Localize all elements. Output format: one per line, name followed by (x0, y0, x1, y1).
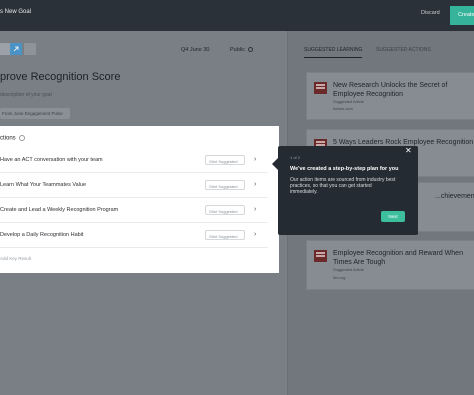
action-label: Develop a Daily Recognition Habit (0, 232, 84, 238)
quarter-select[interactable]: Q4 June 30 (181, 47, 209, 53)
action-label: Learn What Your Teammates Value (0, 182, 87, 188)
page-title: s New Goal (0, 9, 32, 15)
next-button[interactable]: Next (381, 211, 405, 222)
tab-suggested-actions[interactable]: SUGGESTED ACTIONS (376, 47, 431, 53)
glint-suggested-badge: Glint Suggested (205, 205, 245, 215)
popover-title: We've created a step-by-step plan for yo… (290, 166, 399, 172)
glint-suggested-badge: Glint Suggested (205, 155, 245, 165)
goal-description-field[interactable]: description of your goal (0, 92, 52, 98)
visibility-select[interactable]: Public (230, 47, 253, 53)
card-source: hbr.org (333, 275, 346, 280)
active-tab-indicator (304, 57, 362, 58)
onboarding-popover: 1 of 2 ✕ We've created a step-by-step pl… (272, 146, 418, 235)
help-icon[interactable] (18, 135, 25, 141)
article-thumbnail (314, 82, 327, 94)
chevron-right-icon[interactable]: › (254, 181, 256, 188)
goal-type-toggle-alt[interactable] (24, 43, 36, 55)
learning-card[interactable]: Employee Recognition and Reward When Tim… (306, 240, 474, 290)
learning-card[interactable]: New Research Unlocks the Secret of Emplo… (306, 72, 474, 120)
action-row[interactable]: Learn What Your Teammates Value Glint Su… (0, 174, 268, 198)
card-title: Employee Recognition and Reward When Tim… (333, 250, 463, 266)
tab-suggested-learning[interactable]: SUGGESTED LEARNING (304, 47, 362, 53)
card-type: Suggested Article (333, 267, 365, 272)
action-row[interactable]: Develop a Daily Recognition Habit Glint … (0, 224, 268, 248)
action-row[interactable]: Create and Lead a Weekly Recognition Pro… (0, 199, 268, 223)
glint-suggested-badge: Glint Suggested (205, 180, 245, 190)
glint-suggested-badge: Glint Suggested (205, 230, 245, 240)
chevron-right-icon[interactable]: › (254, 156, 256, 163)
goal-type-toggle[interactable] (10, 43, 22, 55)
actions-card: ctions Have an ACT conversation with you… (0, 126, 279, 273)
top-bar: s New Goal Discard Create (0, 0, 474, 31)
goal-source-tag[interactable]: From June Engagement Pulse (0, 108, 70, 119)
globe-icon (247, 47, 253, 53)
card-source: forbes.com (333, 106, 353, 111)
visibility-label: Public (230, 47, 245, 53)
chevron-right-icon[interactable]: › (254, 206, 256, 213)
arrow-icon (13, 46, 19, 52)
chevron-right-icon[interactable]: › (254, 231, 256, 238)
card-type: Suggested Article (333, 99, 365, 104)
card-title: ...chievements (435, 193, 474, 200)
goal-color-swatch[interactable] (0, 43, 10, 55)
article-thumbnail (314, 250, 327, 262)
popover-arrow (272, 158, 278, 170)
action-label: Have an ACT conversation with your team (0, 157, 103, 163)
step-indicator: 1 of 2 (290, 155, 301, 160)
action-row[interactable]: Have an ACT conversation with your team … (0, 149, 268, 173)
popover-body: Our action items are sourced from indust… (290, 177, 396, 195)
close-icon[interactable]: ✕ (405, 146, 412, 155)
discard-button[interactable]: Discard (421, 10, 440, 16)
goal-title[interactable]: prove Recognition Score (0, 71, 120, 83)
actions-header: ctions (0, 135, 25, 142)
create-button[interactable]: Create (450, 6, 474, 25)
actions-header-label: ctions (0, 135, 16, 142)
card-title: New Research Unlocks the Secret of Emplo… (333, 82, 448, 98)
add-key-result-link[interactable]: Add Key Result (0, 256, 31, 261)
action-label: Create and Lead a Weekly Recognition Pro… (0, 207, 119, 213)
